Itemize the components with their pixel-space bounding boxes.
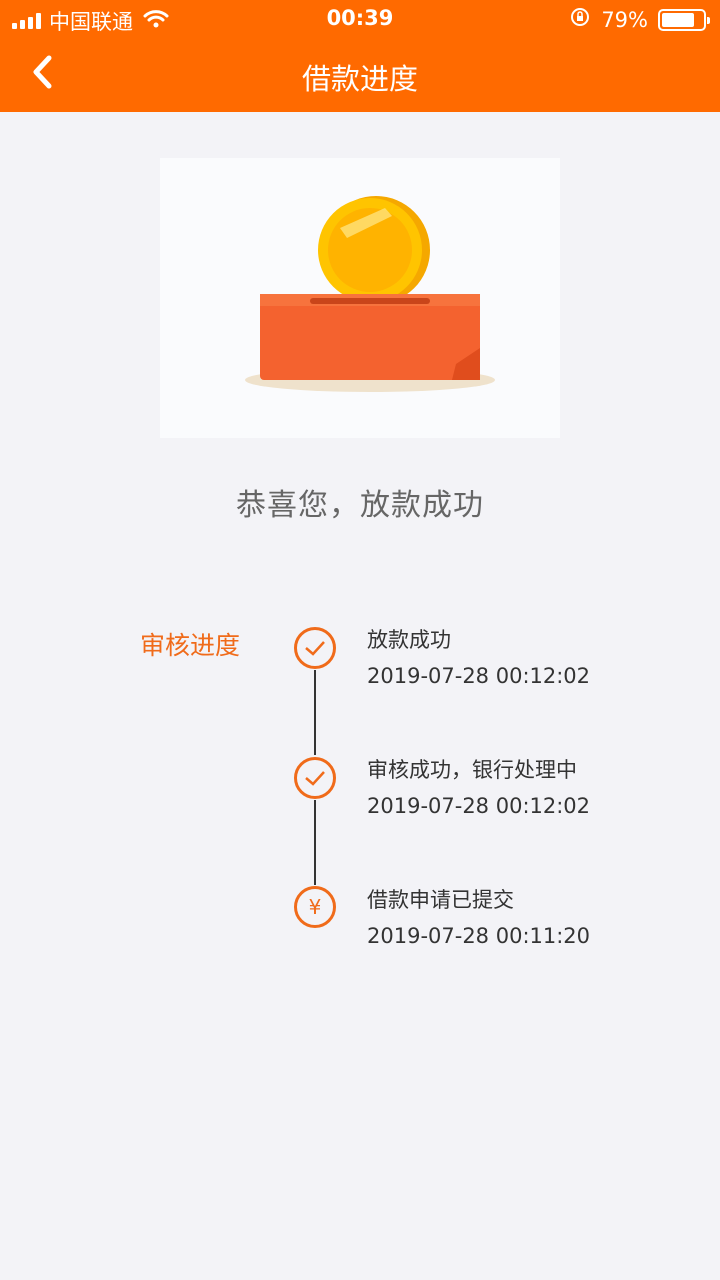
timeline-step: 放款成功 2019-07-28 00:12:02 [367,626,590,690]
timeline-step: 审核成功，银行处理中 2019-07-28 00:12:02 [367,756,590,820]
timeline-connector [314,670,316,755]
battery-fill [662,12,694,27]
app-header: 中国联通 00:39 79% 借款进度 [0,0,720,112]
rotation-lock-icon [569,6,591,33]
step-time: 2019-07-28 00:11:20 [367,924,591,948]
step-title: 放款成功 [367,628,451,652]
step-title: 借款申请已提交 [367,888,514,912]
loan-success-illustration [160,158,560,438]
check-icon [294,757,336,799]
progress-label: 审核进度 [140,631,241,660]
coin-box-icon [245,196,495,392]
check-icon [294,627,336,669]
yen-glyph: ¥ [308,895,322,919]
step-title: 审核成功，银行处理中 [367,758,577,782]
timeline-step: 借款申请已提交 2019-07-28 00:11:20 [367,886,590,950]
success-message: 恭喜您，放款成功 [236,488,484,523]
status-bar: 中国联通 00:39 79% [0,0,720,40]
battery-percent: 79% [601,7,648,32]
timeline-connector [314,800,316,885]
battery-icon [658,8,710,31]
page-title: 借款进度 [301,62,418,96]
step-time: 2019-07-28 00:12:02 [367,794,591,818]
step-time: 2019-07-28 00:12:02 [367,664,591,688]
status-right: 79% [569,6,710,33]
yen-icon: ¥ [294,886,336,928]
